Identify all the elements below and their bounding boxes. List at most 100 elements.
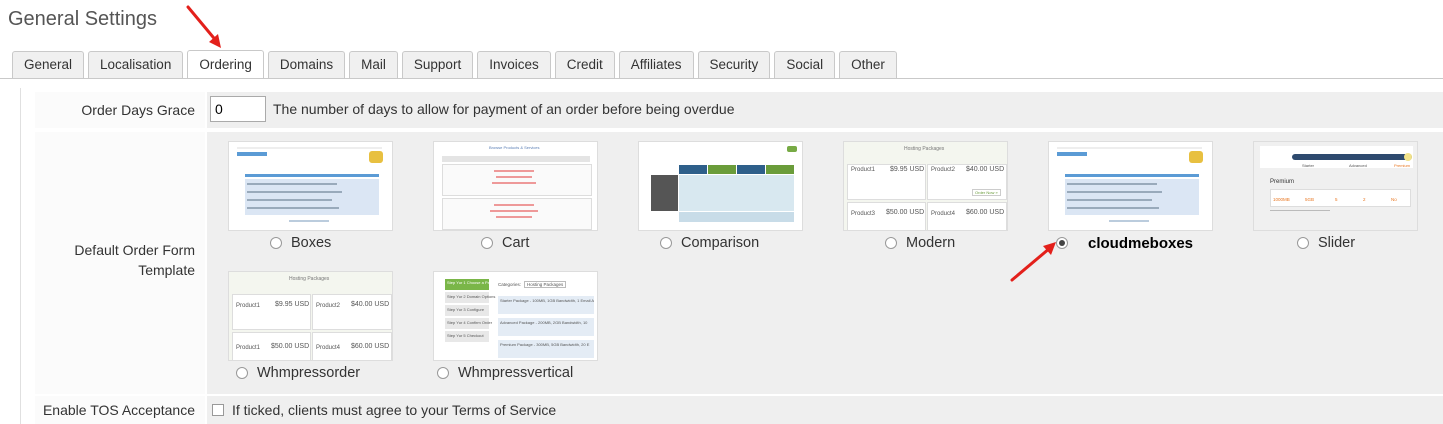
tos-acceptance-value-cell: If ticked, clients must agree to your Te… xyxy=(207,396,1443,424)
template-thumb-modern[interactable]: Hosting Packages Product1 $9.95 USD Prod… xyxy=(843,141,1008,231)
tab-other[interactable]: Other xyxy=(839,51,897,78)
template-slider-radio[interactable] xyxy=(1297,237,1309,249)
template-whmpressorder-choice[interactable]: Whmpressorder xyxy=(236,363,360,383)
template-cart-label: Cart xyxy=(502,235,530,251)
template-thumb-whmpressorder[interactable]: Hosting Packages Product1 $9.95 USD Prod… xyxy=(228,271,393,361)
template-option-whmpressorder[interactable]: Hosting Packages Product1 $9.95 USD Prod… xyxy=(228,271,433,391)
template-whmpressorder-label: Whmpressorder xyxy=(257,365,361,381)
template-option-comparison[interactable]: Comparison xyxy=(638,141,843,261)
tab-ordering[interactable]: Ordering xyxy=(187,50,264,79)
template-modern-label: Modern xyxy=(906,235,956,251)
order-days-grace-description: The number of days to allow for payment … xyxy=(273,101,735,117)
template-cloudmeboxes-choice[interactable]: cloudmeboxes xyxy=(1056,233,1193,253)
modern-thumb-heading: Hosting Packages xyxy=(904,146,945,152)
tos-acceptance-description: If ticked, clients must agree to your Te… xyxy=(232,402,557,418)
vertical-thumb-package1: Starter Package - 100MB, 1GB Bandwidth, … xyxy=(500,298,595,303)
modern-thumb-product2: Product2 xyxy=(931,167,956,173)
modern-thumb-price4: $60.00 USD xyxy=(966,209,1005,216)
template-boxes-choice[interactable]: Boxes xyxy=(270,233,331,253)
vertical-thumb-category-label: Categories: xyxy=(498,282,522,287)
modern-thumb-product3: Product3 xyxy=(851,211,876,217)
tab-domains[interactable]: Domains xyxy=(267,51,346,78)
template-thumb-boxes[interactable] xyxy=(228,141,393,231)
template-cloudmeboxes-label: cloudmeboxes xyxy=(1088,234,1194,252)
template-boxes-label: Boxes xyxy=(291,235,332,251)
ordering-settings-panel: Order Days Grace The number of days to a… xyxy=(20,88,1443,424)
template-thumb-whmpressvertical[interactable]: Step Yur 1 Choose a Package Step Yur 2 D… xyxy=(433,271,598,361)
cart-thumb-heading: Browse Products & Services xyxy=(489,145,540,150)
tab-general[interactable]: General xyxy=(12,51,85,78)
modern-thumb-price1: $9.95 USD xyxy=(890,166,925,173)
tos-acceptance-checkbox[interactable] xyxy=(212,404,224,416)
template-cart-choice[interactable]: Cart xyxy=(481,233,529,253)
page-title: General Settings xyxy=(8,8,157,30)
whmpressorder-thumb-product3: Product1 xyxy=(236,345,261,351)
template-slider-choice[interactable]: Slider xyxy=(1297,233,1355,253)
template-option-whmpressvertical[interactable]: Step Yur 1 Choose a Package Step Yur 2 D… xyxy=(433,271,638,391)
template-whmpressorder-radio[interactable] xyxy=(236,367,248,379)
whmpressorder-thumb-price4: $60.00 USD xyxy=(351,343,390,350)
tab-affiliates[interactable]: Affiliates xyxy=(618,51,694,78)
template-thumb-cloudmeboxes[interactable] xyxy=(1048,141,1213,231)
modern-thumb-product1: Product1 xyxy=(851,167,876,173)
template-comparison-label: Comparison xyxy=(681,235,760,251)
template-comparison-radio[interactable] xyxy=(660,237,672,249)
vertical-thumb-category-select: Hosting Packages xyxy=(524,281,567,288)
order-form-template-label: Default Order Form Template xyxy=(74,242,195,278)
vertical-thumb-step1: Step Yur 1 Choose a Package xyxy=(447,280,501,285)
order-days-grace-value-cell: The number of days to allow for payment … xyxy=(207,92,1443,128)
tos-acceptance-label: Enable TOS Acceptance xyxy=(35,396,205,424)
modern-thumb-price2: $40.00 USD xyxy=(966,166,1005,173)
template-thumb-cart[interactable]: Browse Products & Services xyxy=(433,141,598,231)
template-modern-choice[interactable]: Modern xyxy=(885,233,955,253)
template-option-slider[interactable]: Starter Advanced Premium Premium 1000MB … xyxy=(1253,141,1443,261)
tab-localisation[interactable]: Localisation xyxy=(88,51,184,78)
tabs-divider xyxy=(0,78,1443,79)
template-modern-radio[interactable] xyxy=(885,237,897,249)
vertical-thumb-step5: Step Yur 5 Checkout xyxy=(447,333,484,338)
template-whmpressvertical-choice[interactable]: Whmpressvertical xyxy=(437,363,573,383)
red-arrow-icon xyxy=(1010,242,1056,282)
whmpressorder-thumb-heading: Hosting Packages xyxy=(289,276,330,282)
tab-credit[interactable]: Credit xyxy=(554,51,615,78)
template-thumb-slider[interactable]: Starter Advanced Premium Premium 1000MB … xyxy=(1253,141,1418,231)
template-slider-label: Slider xyxy=(1318,235,1356,251)
settings-tabs: General Localisation Ordering Domains Ma… xyxy=(12,50,897,79)
tos-acceptance-row: Enable TOS Acceptance If ticked, clients… xyxy=(35,396,1443,424)
tab-mail[interactable]: Mail xyxy=(349,51,398,78)
slider-thumb-stat-support: No xyxy=(1391,197,1397,202)
red-arrow-icon xyxy=(186,5,221,48)
tab-social[interactable]: Social xyxy=(774,51,836,78)
modern-thumb-price3: $50.00 USD xyxy=(886,209,925,216)
whmpressorder-thumb-price1: $9.95 USD xyxy=(275,301,310,308)
modern-thumb-order-button: Order Now » xyxy=(972,189,1001,196)
template-thumb-comparison[interactable] xyxy=(638,141,803,231)
template-option-cart[interactable]: Browse Products & Services Cart xyxy=(433,141,638,261)
modern-thumb-product4: Product4 xyxy=(931,211,956,217)
template-whmpressvertical-label: Whmpressvertical xyxy=(458,365,574,381)
slider-thumb-stat-email: 5 xyxy=(1335,197,1338,202)
template-cart-radio[interactable] xyxy=(481,237,493,249)
order-days-grace-label: Order Days Grace xyxy=(35,92,205,128)
vertical-thumb-step3: Step Yur 3 Configure xyxy=(447,307,485,312)
template-option-boxes[interactable]: Boxes xyxy=(228,141,433,261)
slider-thumb-heading: Premium xyxy=(1270,179,1295,185)
tab-support[interactable]: Support xyxy=(401,51,474,78)
slider-thumb-stat-subdomains: 2 xyxy=(1363,197,1366,202)
tab-security[interactable]: Security xyxy=(697,51,771,78)
slider-thumb-level-starter: Starter xyxy=(1302,163,1315,168)
template-boxes-radio[interactable] xyxy=(270,237,282,249)
template-comparison-choice[interactable]: Comparison xyxy=(660,233,759,253)
whmpressorder-thumb-price2: $40.00 USD xyxy=(351,301,390,308)
slider-thumb-stat-disk: 1000MB xyxy=(1273,197,1290,202)
whmpressorder-thumb-product1: Product1 xyxy=(236,303,261,309)
vertical-thumb-step4: Step Yur 4 Confirm Order xyxy=(447,320,493,325)
order-form-template-row: Default Order Form Template Boxes Browse… xyxy=(35,132,1443,394)
slider-thumb-level-premium: Premium xyxy=(1394,163,1411,168)
template-option-cloudmeboxes[interactable]: cloudmeboxes xyxy=(1048,141,1253,261)
whmpressorder-thumb-product2: Product2 xyxy=(316,303,341,309)
vertical-thumb-package3: Premium Package - 300MB, 5GB Bandwidth, … xyxy=(500,342,590,347)
template-whmpressvertical-radio[interactable] xyxy=(437,367,449,379)
order-days-grace-input[interactable] xyxy=(210,96,266,122)
tab-invoices[interactable]: Invoices xyxy=(477,51,551,78)
